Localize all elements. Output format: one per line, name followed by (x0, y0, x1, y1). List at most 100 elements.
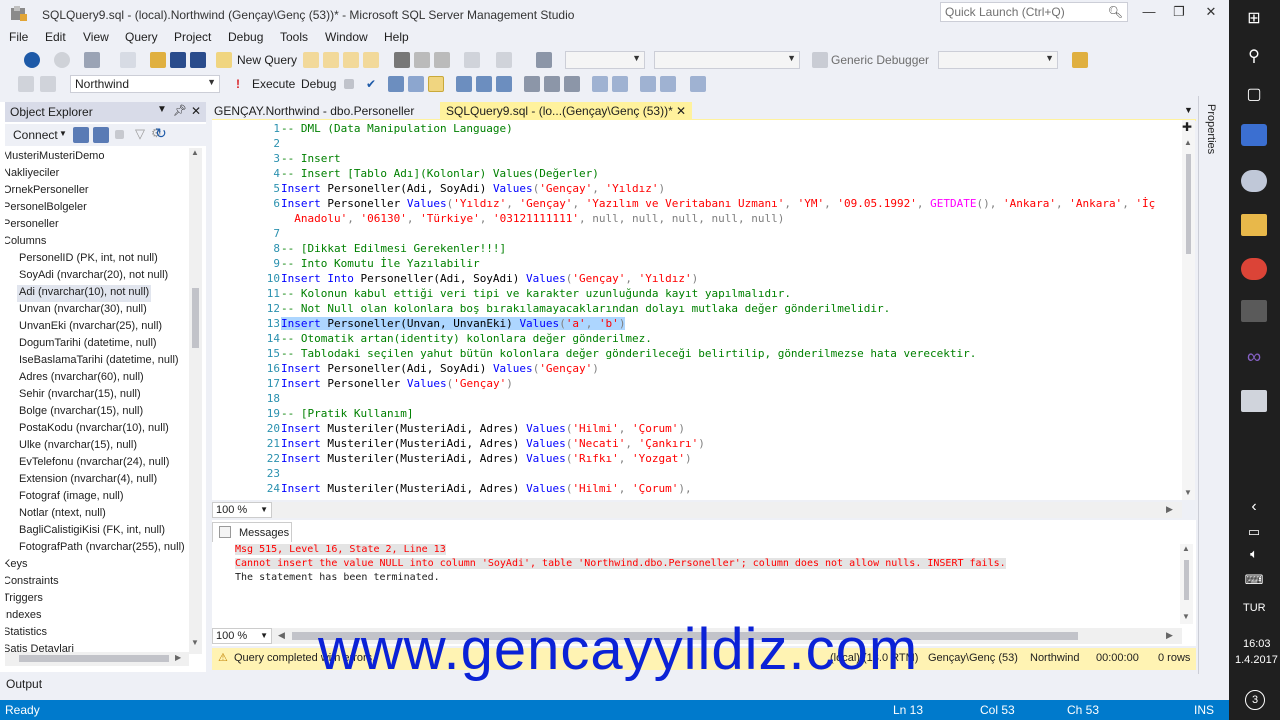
search-icon[interactable]: 🔍︎ (1108, 5, 1123, 19)
pin-icon[interactable]: 📌︎ (173, 104, 187, 117)
object-explorer-vscrollbar[interactable]: ▲ ▼ (189, 148, 202, 654)
solution-config-select[interactable]: ▼ (565, 51, 645, 69)
scroll-up-icon[interactable]: ▲ (1182, 544, 1190, 553)
add-item-icon[interactable] (120, 52, 136, 68)
panel-dropdown-icon[interactable]: ▼ (157, 104, 167, 115)
platform-select[interactable]: ▼ (654, 51, 800, 69)
refresh-icon[interactable]: ↻ (155, 125, 167, 142)
tree-item[interactable]: Notlar (ntext, null) (17, 506, 108, 523)
tree-item[interactable]: Ulke (nvarchar(15), null) (17, 438, 139, 455)
task-view-icon[interactable]: ▢ (1241, 84, 1267, 106)
scroll-left-icon[interactable]: ◀ (278, 630, 285, 641)
code-line[interactable]: -- [Pratik Kullanım] (281, 407, 413, 420)
tree-item[interactable]: Columns (5, 234, 48, 251)
results-zoom-select[interactable]: 100 % ▼ (212, 628, 272, 644)
scroll-right-icon[interactable]: ▶ (175, 653, 181, 662)
intellisense-icon[interactable] (428, 76, 444, 92)
save-icon[interactable] (170, 52, 186, 68)
output-tab[interactable]: Output (6, 677, 42, 691)
scroll-down-icon[interactable]: ▼ (1182, 612, 1190, 621)
scroll-up-icon[interactable]: ▲ (191, 148, 199, 157)
debugger-label[interactable]: Generic Debugger (831, 53, 929, 67)
increase-indent-icon[interactable] (660, 76, 676, 92)
tab-overflow-icon[interactable]: ▼ (1184, 105, 1193, 115)
tree-item[interactable]: EvTelefonu (nvarchar(24), null) (17, 455, 171, 472)
code-line[interactable]: Insert Personeller(Unvan, UnvanEki) Valu… (281, 317, 626, 330)
search-icon[interactable]: ⚲ (1241, 46, 1267, 68)
scroll-right-icon[interactable]: ▶ (1166, 630, 1173, 641)
tools-icon[interactable] (1072, 52, 1088, 68)
panel-close-icon[interactable]: ✕ (191, 104, 201, 118)
stop-icon[interactable] (344, 79, 354, 89)
menu-project[interactable]: Project (174, 30, 211, 44)
uncomment-icon[interactable] (612, 76, 628, 92)
client-stats-icon[interactable] (496, 76, 512, 92)
restore-button[interactable]: ❐ (1164, 4, 1194, 20)
disconnect-icon[interactable] (93, 127, 109, 143)
ssms-icon[interactable] (1241, 300, 1267, 322)
notification-badge[interactable]: 3 (1245, 690, 1265, 710)
editor-vscrollbar[interactable]: ✚ ▲ ▼ (1182, 120, 1195, 500)
save-all-icon[interactable] (190, 52, 206, 68)
menu-help[interactable]: Help (384, 30, 409, 44)
code-line[interactable]: Insert Musteriler(MusteriAdi, Adres) Val… (281, 452, 692, 465)
tree-item[interactable]: IseBaslamaTarihi (datetime, null) (17, 353, 181, 370)
code-line[interactable]: Insert Musteriler(MusteriAdi, Adres) Val… (281, 482, 692, 495)
tree-item[interactable]: UnvanEki (nvarchar(25), null) (17, 319, 164, 336)
tab-messages[interactable]: Messages (212, 522, 292, 542)
scroll-up-icon[interactable]: ▲ (1184, 138, 1192, 147)
debug-button[interactable]: Debug (301, 77, 336, 91)
cut-icon[interactable] (394, 52, 410, 68)
windows-start-icon[interactable]: ⊞ (1241, 8, 1267, 30)
tree-item[interactable]: BagliCalistigiKisi (FK, int, null) (17, 523, 167, 540)
code-line[interactable]: Insert Personeller Values('Yıldız', 'Gen… (281, 197, 1155, 210)
copy-icon[interactable] (414, 52, 430, 68)
scroll-thumb[interactable] (192, 288, 199, 348)
forward-icon[interactable] (54, 52, 70, 68)
menu-window[interactable]: Window (325, 30, 368, 44)
filter-icon[interactable]: ▽ (135, 126, 145, 142)
sql-config-icon[interactable] (1241, 390, 1267, 412)
tree-item[interactable]: Indexes (5, 608, 44, 625)
query-db-icon[interactable] (303, 52, 319, 68)
undo-icon[interactable] (464, 52, 480, 68)
database-select[interactable]: Northwind ▼ (70, 75, 220, 93)
clock-date[interactable]: 1.4.2017 (1235, 654, 1278, 666)
hscroll-thumb[interactable] (19, 655, 169, 662)
volume-icon[interactable]: 🔈︎ (1241, 546, 1267, 568)
code-line[interactable]: Insert Musteriler(MusteriAdi, Adres) Val… (281, 437, 705, 450)
tree-item[interactable]: SoyAdi (nvarchar(20), not null) (17, 268, 170, 285)
tree-item[interactable]: Fotograf (image, null) (17, 489, 126, 506)
scroll-thumb[interactable] (1186, 154, 1191, 254)
back-icon[interactable] (24, 52, 40, 68)
object-explorer-icon[interactable] (18, 76, 34, 92)
tree-item[interactable]: DogumTarihi (datetime, null) (17, 336, 159, 353)
outlook-icon[interactable] (1241, 124, 1267, 146)
menu-query[interactable]: Query (125, 30, 158, 44)
code-area[interactable]: -- DML (Data Manipulation Language) -- In… (212, 120, 1182, 500)
paste-icon[interactable] (434, 52, 450, 68)
tree-item[interactable]: PersonelBolgeler (5, 200, 89, 217)
menu-tools[interactable]: Tools (280, 30, 308, 44)
code-line[interactable]: -- Insert (281, 152, 341, 165)
scroll-down-icon[interactable]: ▼ (1184, 488, 1192, 497)
sql-editor[interactable]: 1 2 3 4 5 6 7 8 9 10 11 12 13 14 15 16 17 18 19 20 21 22 23 24 … (212, 120, 1182, 500)
specify-values-icon[interactable] (690, 76, 706, 92)
chevron-up-icon[interactable]: ‹ (1241, 498, 1267, 520)
query-designer-icon[interactable] (408, 76, 424, 92)
code-line[interactable]: Insert Into Personeller(Adi, SoyAdi) Val… (281, 272, 698, 285)
tree-item[interactable]: Constraints (5, 574, 61, 591)
display-plan-icon[interactable] (388, 76, 404, 92)
code-line[interactable]: -- Kolonun kabul ettiği veri tipi ve kar… (281, 287, 791, 300)
properties-tab[interactable]: Properties (1205, 104, 1217, 154)
tree-item[interactable]: Unvan (nvarchar(30), null) (17, 302, 149, 319)
connect-db-icon[interactable] (73, 127, 89, 143)
code-line[interactable]: -- DML (Data Manipulation Language) (281, 122, 513, 135)
tree-item[interactable]: Statistics (5, 625, 49, 642)
execute-icon[interactable]: ! (236, 77, 240, 91)
code-line[interactable]: Anadolu', '06130', 'Türkiye', '031211111… (281, 212, 784, 225)
scroll-down-icon[interactable]: ▼ (191, 638, 199, 647)
battery-icon[interactable]: ▭ (1241, 524, 1267, 546)
tree-item[interactable]: Adres (nvarchar(60), null) (17, 370, 146, 387)
new-project-icon[interactable] (84, 52, 100, 68)
